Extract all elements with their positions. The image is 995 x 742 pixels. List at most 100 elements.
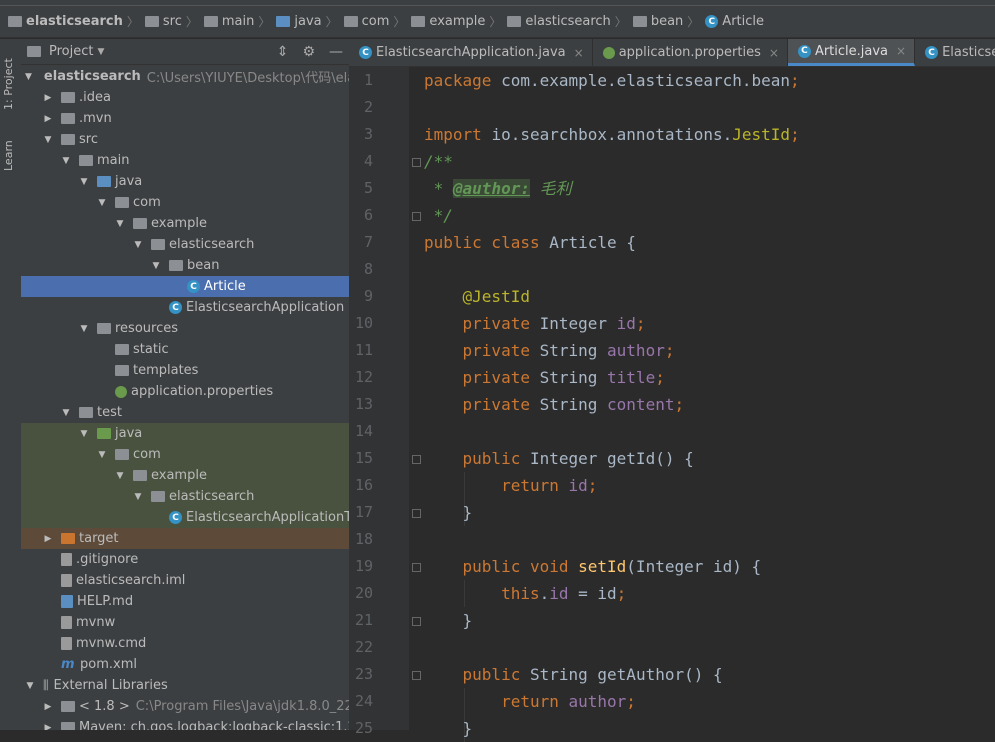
collapse-all-icon[interactable]: ⇕ — [277, 44, 289, 60]
breadcrumb-item[interactable]: elasticsearch 〉 — [8, 13, 145, 30]
tree-item[interactable]: ▼ test — [21, 402, 349, 423]
tree-item[interactable]: ▼ elasticsearch C:\Users\YIUYE\Desktop\代码\… — [21, 66, 349, 87]
tree-item[interactable]: ▼ java — [21, 171, 349, 192]
tree-item[interactable]: ▼ resources — [21, 318, 349, 339]
expanded-arrow-icon[interactable]: ▼ — [61, 156, 71, 166]
expanded-arrow-icon[interactable]: ▼ — [115, 219, 125, 229]
code-line: private String content; — [424, 391, 685, 418]
breadcrumb-item[interactable]: java 〉 — [276, 13, 343, 30]
expanded-arrow-icon[interactable]: ▼ — [79, 429, 89, 439]
tree-item[interactable]: templates — [21, 360, 349, 381]
tree-item[interactable]: ▼ ⫼ External Libraries — [21, 675, 349, 696]
fold-marker-icon[interactable] — [412, 212, 421, 221]
tree-item[interactable]: ▼ example — [21, 465, 349, 486]
tree-item[interactable]: ▼ src — [21, 129, 349, 150]
tree-item-label: < 1.8 > — [79, 699, 130, 714]
editor-tabs: C ElasticsearchApplication.java × applicati… — [349, 39, 995, 67]
tree-item[interactable]: elasticsearch.iml — [21, 570, 349, 591]
resources-folder-icon — [97, 323, 111, 334]
breadcrumb-item[interactable]: bean 〉 — [632, 13, 705, 30]
editor-tab[interactable]: CElasticsearchApplicati — [915, 39, 995, 66]
fold-marker-icon[interactable] — [412, 158, 421, 167]
tree-item[interactable]: mvnw — [21, 612, 349, 633]
tree-item[interactable]: ▼ example — [21, 213, 349, 234]
tab-label: ElasticsearchApplication.java — [376, 45, 566, 60]
breadcrumb-item[interactable]: com 〉 — [343, 13, 412, 30]
tree-item[interactable]: m pom.xml — [21, 654, 349, 675]
tree-item[interactable]: ▼ main — [21, 150, 349, 171]
expanded-arrow-icon[interactable]: ▼ — [61, 408, 71, 418]
collapsed-arrow-icon[interactable]: ▶ — [43, 723, 53, 731]
editor-tab[interactable]: application.properties × — [593, 39, 788, 66]
expanded-arrow-icon[interactable]: ▼ — [133, 240, 143, 250]
tree-item[interactable]: ▶ .idea — [21, 87, 349, 108]
tree-item[interactable]: C ElasticsearchApplication — [21, 297, 349, 318]
code-line: } — [424, 499, 473, 526]
folder-icon — [61, 722, 75, 730]
fold-marker-icon[interactable] — [412, 671, 421, 680]
code-token: @author: — [452, 179, 530, 198]
tree-item[interactable]: ▼ elasticsearch — [21, 486, 349, 507]
breadcrumb-item[interactable]: C Article — [705, 14, 764, 29]
collapsed-arrow-icon[interactable]: ▶ — [43, 534, 53, 544]
tree-item[interactable]: ▼ bean — [21, 255, 349, 276]
code-editor[interactable]: package com.example.elasticsearch.bean; i… — [424, 67, 995, 742]
code-token: } — [424, 719, 473, 738]
tree-item[interactable]: ▼ java — [21, 423, 349, 444]
expanded-arrow-icon[interactable]: ▼ — [133, 492, 143, 502]
breadcrumb-item[interactable]: main 〉 — [203, 13, 277, 30]
tree-item[interactable]: C ElasticsearchApplicationTest — [21, 507, 349, 528]
fold-marker-icon[interactable] — [412, 563, 421, 572]
expanded-arrow-icon[interactable]: ▼ — [79, 324, 89, 334]
breadcrumb-item[interactable]: example 〉 — [411, 13, 507, 30]
project-tool-button[interactable]: 1: Project — [2, 45, 19, 123]
tree-item[interactable]: ▶ < 1.8 > C:\Program Files\Java\jdk1.8.0_2… — [21, 696, 349, 717]
expanded-arrow-icon[interactable]: ▼ — [151, 261, 161, 271]
expanded-arrow-icon[interactable]: ▼ — [79, 177, 89, 187]
expanded-arrow-icon[interactable]: ▼ — [43, 135, 53, 145]
expanded-arrow-icon[interactable]: ▼ — [25, 681, 35, 691]
tree-item[interactable]: static — [21, 339, 349, 360]
tree-item[interactable]: ▼ com — [21, 192, 349, 213]
code-line: return id; — [424, 472, 597, 499]
editor-tab[interactable]: C ElasticsearchApplication.java × — [349, 39, 593, 66]
chevron-down-icon[interactable]: ▼ — [97, 47, 104, 57]
fold-marker-icon[interactable] — [412, 617, 421, 626]
expanded-arrow-icon[interactable]: ▼ — [97, 198, 107, 208]
tree-item[interactable]: ▼ com — [21, 444, 349, 465]
expanded-arrow-icon[interactable]: ▼ — [115, 471, 125, 481]
tree-item[interactable]: C Article — [21, 276, 349, 297]
tree-item[interactable]: mvnw.cmd — [21, 633, 349, 654]
line-number: 23 — [354, 665, 373, 683]
tree-item-label: com — [133, 447, 161, 462]
project-panel-title[interactable]: Project — [49, 44, 93, 59]
fold-marker-icon[interactable] — [412, 455, 421, 464]
fold-marker-icon[interactable] — [412, 509, 421, 518]
tree-item[interactable]: ▼ elasticsearch — [21, 234, 349, 255]
collapsed-arrow-icon[interactable]: ▶ — [43, 702, 53, 712]
tree-item-label: com — [133, 195, 161, 210]
editor-tab[interactable]: C Article.java × — [787, 39, 916, 66]
tree-item[interactable]: ▶ Maven: ch.qos.logback:logback-classic:1… — [21, 717, 349, 730]
expanded-arrow-icon[interactable]: ▼ — [97, 450, 107, 460]
tree-item[interactable]: application.properties — [21, 381, 349, 402]
breadcrumb-item[interactable]: elasticsearch 〉 — [507, 13, 632, 30]
code-line: @JestId — [424, 283, 530, 310]
close-icon[interactable]: × — [896, 44, 906, 58]
collapsed-arrow-icon[interactable]: ▶ — [43, 114, 53, 124]
collapsed-arrow-icon[interactable]: ▶ — [43, 93, 53, 103]
tree-item[interactable]: .gitignore — [21, 549, 349, 570]
hide-panel-icon[interactable]: — — [329, 44, 343, 60]
breadcrumb-item[interactable]: src 〉 — [144, 13, 204, 30]
close-icon[interactable]: × — [769, 46, 779, 60]
close-icon[interactable]: × — [574, 46, 584, 60]
tree-item[interactable]: ▶ target — [21, 528, 349, 549]
code-token: content — [607, 395, 675, 414]
learn-tool-button[interactable]: Learn — [2, 131, 19, 181]
expanded-arrow-icon[interactable]: ▼ — [25, 72, 32, 82]
package-icon — [151, 491, 165, 502]
gear-icon[interactable]: ⚙ — [302, 44, 315, 60]
tree-item[interactable]: ▶ .mvn — [21, 108, 349, 129]
tree-item[interactable]: HELP.md — [21, 591, 349, 612]
